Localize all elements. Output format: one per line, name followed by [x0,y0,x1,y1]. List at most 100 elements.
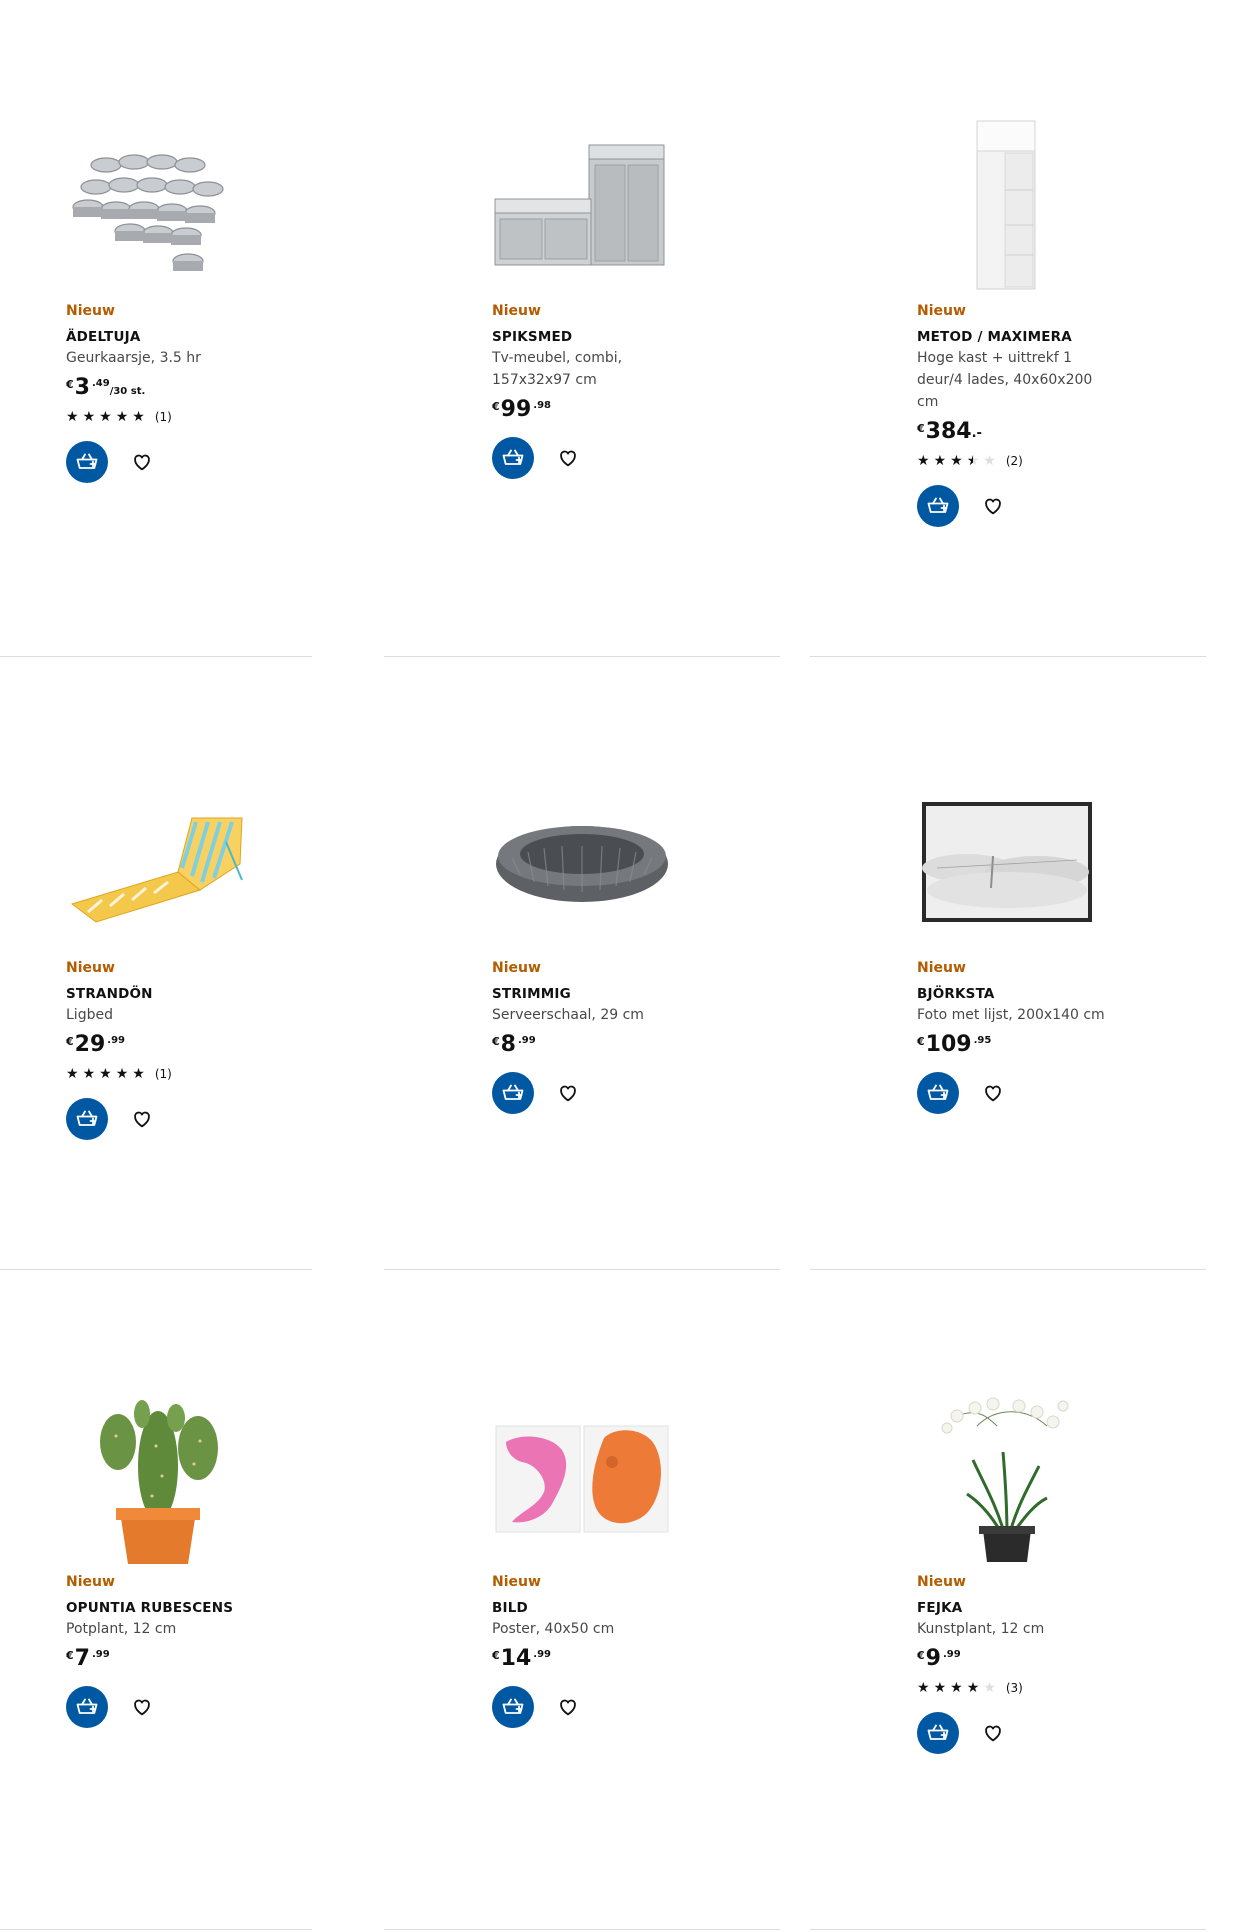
new-badge: Nieuw [492,960,541,976]
favourite-button[interactable] [977,1717,1009,1749]
tall-cabinet-image[interactable] [917,115,1097,295]
price-currency: € [917,422,925,435]
row-divider [0,1269,312,1270]
product-actions [492,1686,682,1728]
product-description: Hoge kast + uittrekf 1 deur/4 lades, 40x… [917,350,1093,410]
star-empty-icon: ★ [983,1680,996,1696]
heart-icon [134,454,150,471]
price-currency: € [917,1649,925,1662]
row-divider [384,1929,780,1930]
favourite-button[interactable] [552,1691,584,1723]
product-name[interactable]: BJÖRKSTA [917,984,1107,1004]
product-name[interactable]: ÄDELTUJA [66,327,256,347]
heart-icon [985,498,1001,515]
product-name[interactable]: STRIMMIG [492,984,682,1004]
product-price: € 29 .99 [66,1034,256,1056]
product-name[interactable]: OPUNTIA RUBESCENS [66,1598,256,1618]
product-actions [492,1072,682,1114]
product-rating[interactable]: ★ ★ ★ ★ ★ (2) [917,453,1107,469]
star-icon: ★ [132,409,145,425]
price-integer: 384 [925,419,972,444]
product-price: € 9 .99 [917,1648,1107,1670]
add-to-cart-button[interactable] [917,1712,959,1754]
star-icon: ★ [82,1066,96,1082]
add-to-cart-button[interactable] [492,437,534,479]
add-to-cart-button[interactable] [917,485,959,527]
add-to-cart-button[interactable] [66,441,108,483]
product-description: Foto met lijst, 200x140 cm [917,1007,1105,1023]
cat-poster-image[interactable] [492,1386,672,1566]
rating-count: (1) [154,410,172,424]
star-icon: ★ [115,409,129,425]
product-actions [917,1072,1107,1114]
orchid-plant-image[interactable] [917,1386,1097,1566]
row-divider [0,1929,312,1930]
product-name[interactable]: METOD / MAXIMERA [917,327,1107,347]
product-rating[interactable]: ★ ★ ★ ★ ★ (1) [66,409,256,425]
price-integer: 99 [500,397,532,422]
favourite-button[interactable] [126,1691,158,1723]
heart-icon [560,1699,576,1716]
cactus-plant-image[interactable] [66,1386,246,1566]
product-price: € 7 .99 [66,1648,256,1670]
favourite-button[interactable] [552,1077,584,1109]
add-to-cart-button[interactable] [66,1098,108,1140]
add-to-cart-button[interactable] [917,1072,959,1114]
beach-lounger-image[interactable] [66,772,246,952]
favourite-button[interactable] [126,446,158,478]
product-actions [492,437,682,479]
add-to-cart-button[interactable] [492,1072,534,1114]
product-description: Potplant, 12 cm [66,1621,177,1637]
star-icon: ★ [66,409,79,425]
product-price: € 99 .98 [492,399,682,421]
product-price: € 14 .99 [492,1648,682,1670]
star-icon: ★ [933,1680,947,1696]
tealight-candles-image[interactable] [66,115,246,295]
product-rating[interactable]: ★ ★ ★ ★ ★ (3) [917,1680,1107,1696]
star-icon: ★ [82,409,96,425]
star-icon: ★ [917,1680,930,1696]
tv-cabinet-image[interactable] [492,115,672,295]
product-description: Poster, 40x50 cm [492,1621,615,1637]
row-divider [810,1929,1206,1930]
star-icon: ★ [966,1680,980,1696]
price-decimal: .49 [91,378,110,389]
product-rating[interactable]: ★ ★ ★ ★ ★ (1) [66,1066,256,1082]
new-badge: Nieuw [917,960,966,976]
row-divider [0,656,312,657]
favourite-button[interactable] [977,490,1009,522]
price-decimal: .- [971,426,982,441]
favourite-button[interactable] [126,1103,158,1135]
product-description: Ligbed [66,1007,113,1023]
favourite-button[interactable] [977,1077,1009,1109]
product-name[interactable]: SPIKSMED [492,327,682,347]
product-name[interactable]: STRANDÖN [66,984,256,1004]
add-to-cart-icon [76,1698,98,1714]
product-name[interactable]: BILD [492,1598,682,1618]
price-decimal: .99 [517,1035,536,1046]
product-actions [66,441,256,483]
framed-photo-image[interactable] [917,772,1097,952]
product-actions [66,1686,256,1728]
add-to-cart-icon [927,1084,949,1100]
star-icon: ★ [950,453,963,469]
row-divider [810,656,1206,657]
star-icon: ★ [99,409,112,425]
star-icon: ★ [99,1066,112,1082]
add-to-cart-button[interactable] [66,1686,108,1728]
new-badge: Nieuw [492,1574,541,1590]
heart-icon [560,450,576,467]
product-price: € 3 .49 /30 st. [66,377,256,399]
serving-bowl-image[interactable] [492,772,672,952]
new-badge: Nieuw [66,960,115,976]
price-integer: 109 [925,1032,972,1057]
add-to-cart-button[interactable] [492,1686,534,1728]
product-name[interactable]: FEJKA [917,1598,1107,1618]
heart-icon [985,1085,1001,1102]
price-currency: € [492,1649,500,1662]
row-divider [810,1269,1206,1270]
favourite-button[interactable] [552,442,584,474]
price-currency: € [492,400,500,413]
product-actions [66,1098,256,1140]
price-currency: € [66,1035,74,1048]
